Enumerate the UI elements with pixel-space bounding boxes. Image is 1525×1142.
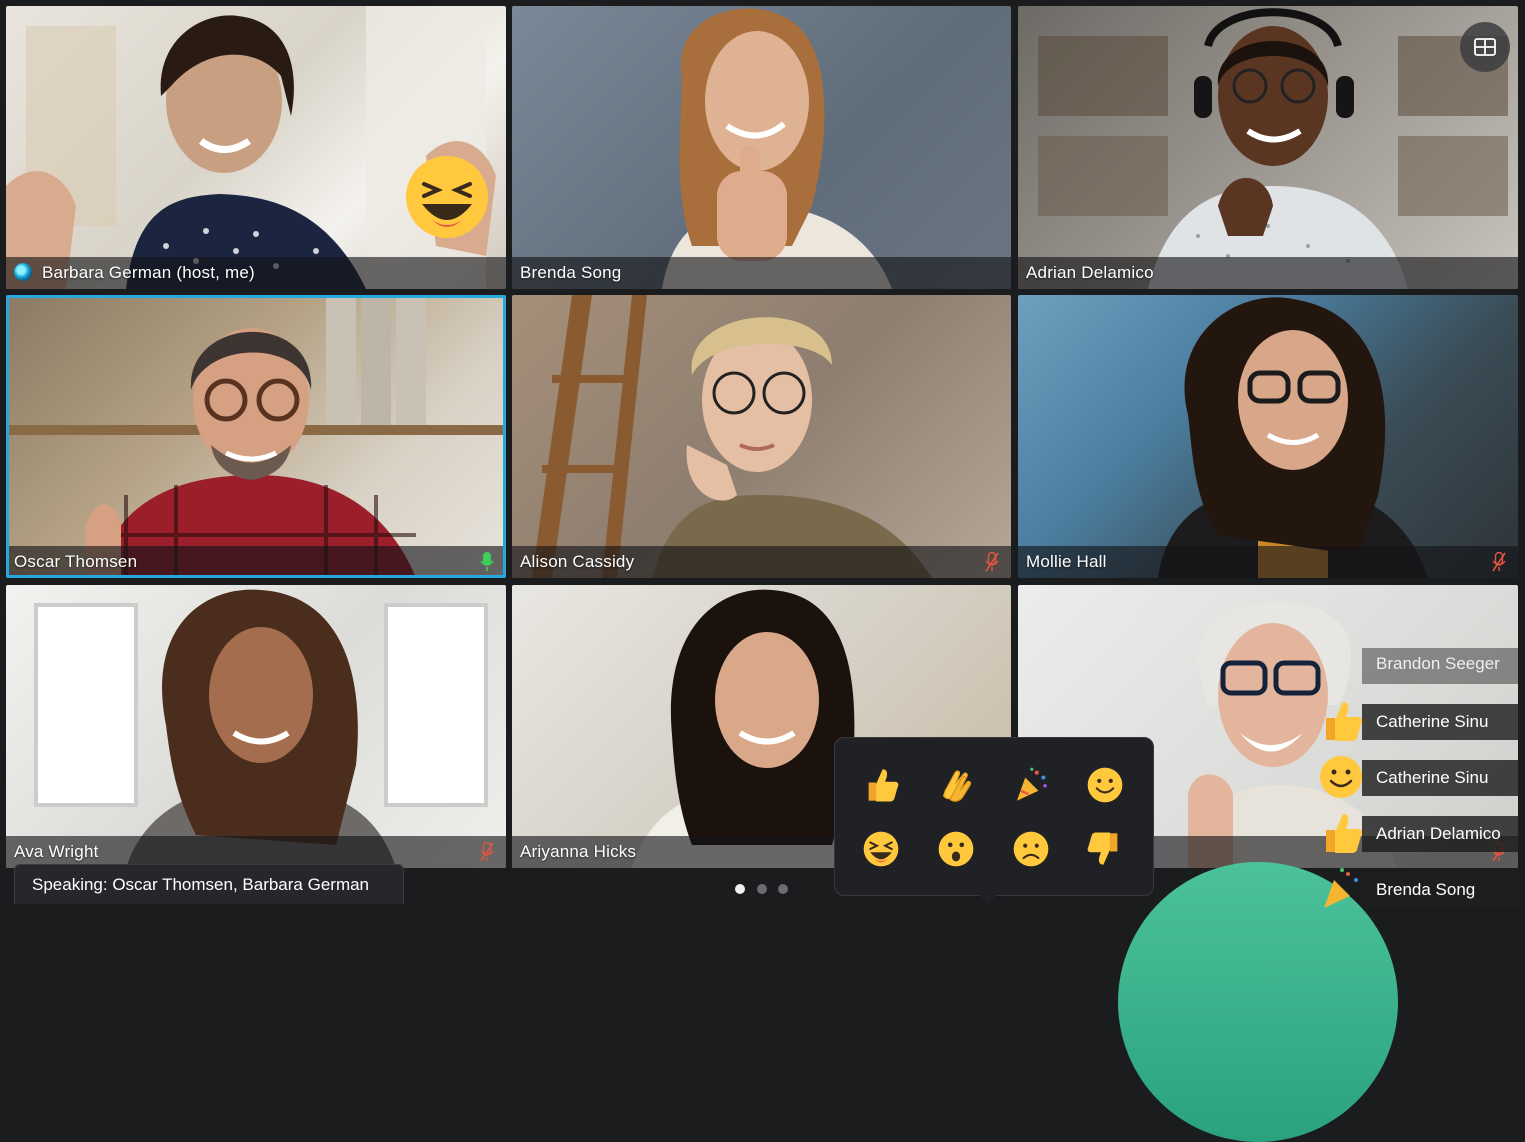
mic-muted-icon [985, 552, 999, 572]
thumbs-up-icon [868, 769, 899, 802]
reaction-smile-button[interactable] [1078, 758, 1132, 812]
page-dot-2[interactable] [757, 884, 767, 894]
laugh-reaction-icon [406, 156, 488, 238]
reaction-sender-name: Adrian Delamico [1376, 824, 1501, 843]
video-tile-3[interactable]: Adrian Delamico [1018, 6, 1518, 289]
clap-icon [942, 770, 972, 802]
reaction-feed-item: Catherine Sinu [1320, 756, 1520, 798]
reaction-thumbs-up-button[interactable] [854, 758, 908, 812]
reaction-feed-item: Brandon Seeger [1330, 648, 1520, 684]
participant-video [34, 589, 488, 868]
reaction-picker-caret [977, 893, 999, 904]
reaction-sender-name: Brandon Seeger [1376, 654, 1500, 673]
reaction-sender-name: Catherine Sinu [1376, 768, 1489, 787]
participant-video [662, 8, 892, 289]
layout-toggle-button[interactable] [1460, 22, 1510, 72]
reaction-surprised-button[interactable] [929, 822, 983, 876]
participant-video [532, 295, 932, 578]
sad-icon [1013, 831, 1049, 867]
host-badge-icon [14, 263, 32, 281]
party-popper-icon [1016, 767, 1047, 801]
participant-video [6, 6, 496, 289]
participant-name: Brenda Song [520, 263, 622, 282]
participant-name: Adrian Delamico [1026, 263, 1154, 282]
mic-muted-icon [1492, 552, 1506, 572]
participant-name: Ariyanna Hicks [520, 842, 637, 861]
participant-name: Alison Cassidy [520, 552, 635, 571]
video-tile-5[interactable]: Alison Cassidy [512, 295, 1011, 578]
video-tile-2[interactable]: Brenda Song [512, 6, 1011, 289]
reaction-feed-item: Brenda Song [1324, 868, 1520, 908]
page-dot-3[interactable] [778, 884, 788, 894]
reaction-sad-button[interactable] [1004, 822, 1058, 876]
video-tile-1[interactable]: Barbara German (host, me) [6, 6, 506, 289]
speaking-indicator: Speaking: Oscar Thomsen, Barbara German [14, 864, 404, 904]
thumbs-up-icon [1326, 814, 1362, 853]
participant-video [1038, 8, 1508, 289]
grid-layout-icon [1474, 38, 1496, 56]
reaction-sender-name: Brenda Song [1376, 880, 1476, 899]
thumbs-down-icon [1087, 832, 1118, 865]
reaction-thumbs-down-button[interactable] [1078, 822, 1132, 876]
smile-icon [1320, 756, 1362, 798]
participant-name: Mollie Hall [1026, 552, 1107, 571]
participant-video [1158, 297, 1428, 578]
reaction-feed-item: Adrian Delamico [1326, 814, 1520, 853]
video-tile-7[interactable]: Ava Wright [6, 585, 506, 868]
participant-video [6, 295, 506, 578]
reaction-picker [834, 737, 1154, 896]
video-tile-6[interactable]: Mollie Hall [1018, 295, 1518, 578]
mic-muted-icon [480, 842, 494, 862]
reaction-party-button[interactable] [1004, 758, 1058, 812]
participant-name: Oscar Thomsen [14, 552, 138, 571]
participant-name: Barbara German (host, me) [42, 263, 255, 282]
page-dot-1[interactable] [735, 884, 745, 894]
reaction-feed-item: Catherine Sinu [1326, 702, 1520, 741]
reaction-sender-name: Catherine Sinu [1376, 712, 1489, 731]
smile-icon [1087, 767, 1123, 803]
surprised-icon [938, 831, 974, 867]
laugh-icon [863, 831, 899, 867]
participant-name: Ava Wright [14, 842, 99, 861]
thumbs-up-icon [1326, 702, 1362, 741]
video-tile-4[interactable]: Oscar Thomsen [6, 295, 506, 578]
reaction-laugh-button[interactable] [854, 822, 908, 876]
mic-active-icon [480, 552, 494, 571]
reaction-clap-button[interactable] [929, 758, 983, 812]
party-popper-icon [1324, 868, 1358, 908]
